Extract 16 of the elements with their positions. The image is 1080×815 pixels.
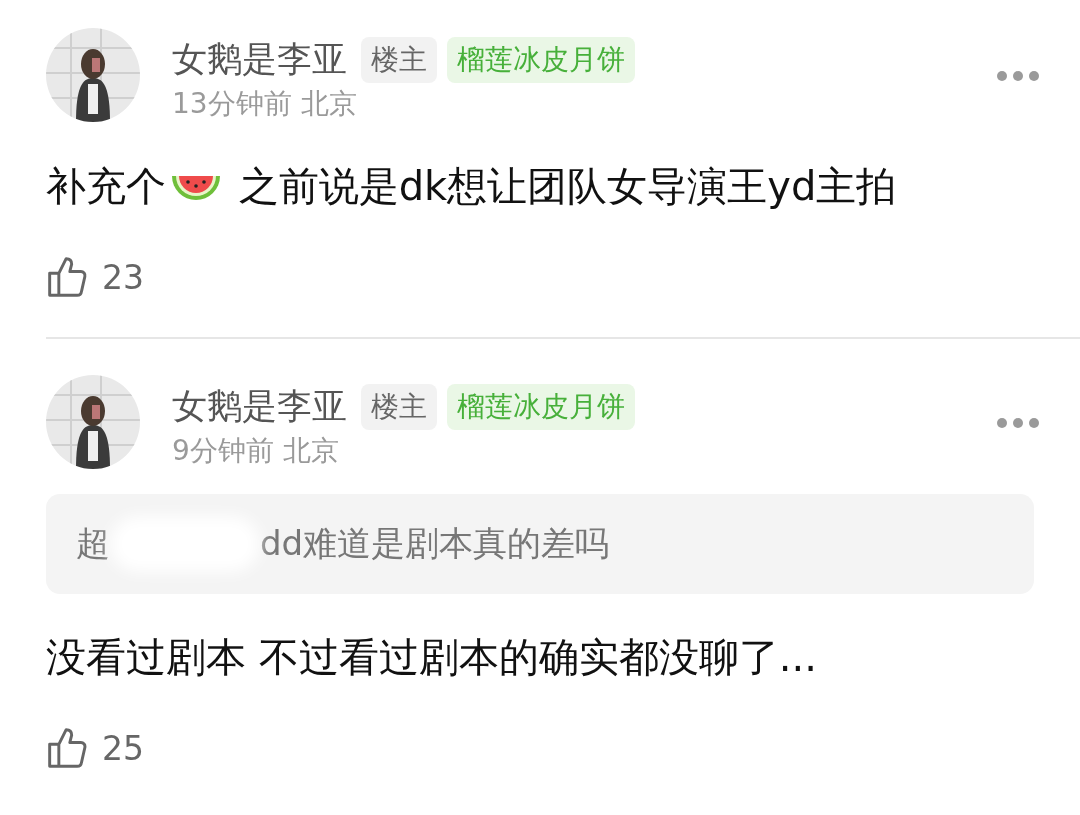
role-badge: 楼主 [361, 36, 437, 83]
like-count: 23 [102, 257, 144, 297]
like-count: 25 [102, 728, 144, 768]
more-icon[interactable] [996, 417, 1040, 429]
role-badge: 楼主 [361, 383, 437, 430]
quote-text: 超 [76, 522, 110, 565]
author-name[interactable]: 女鹅是李亚 [172, 383, 347, 430]
comment-text: 补充个 之前说是dk想让团队女导演王yd主拍 [46, 162, 898, 211]
more-icon[interactable] [996, 70, 1040, 82]
author-name[interactable]: 女鹅是李亚 [172, 36, 347, 83]
post-time: 13分钟前 北京 [172, 86, 358, 122]
quote-text: dd难道是剧本真的差吗 [260, 522, 610, 565]
medal-badge: 榴莲冰皮月饼 [447, 383, 635, 430]
comment-text: 没看过剧本 不过看过剧本的确实都没聊了... [46, 633, 818, 682]
post-time: 9分钟前 北京 [172, 433, 340, 469]
medal-badge: 榴莲冰皮月饼 [447, 36, 635, 83]
